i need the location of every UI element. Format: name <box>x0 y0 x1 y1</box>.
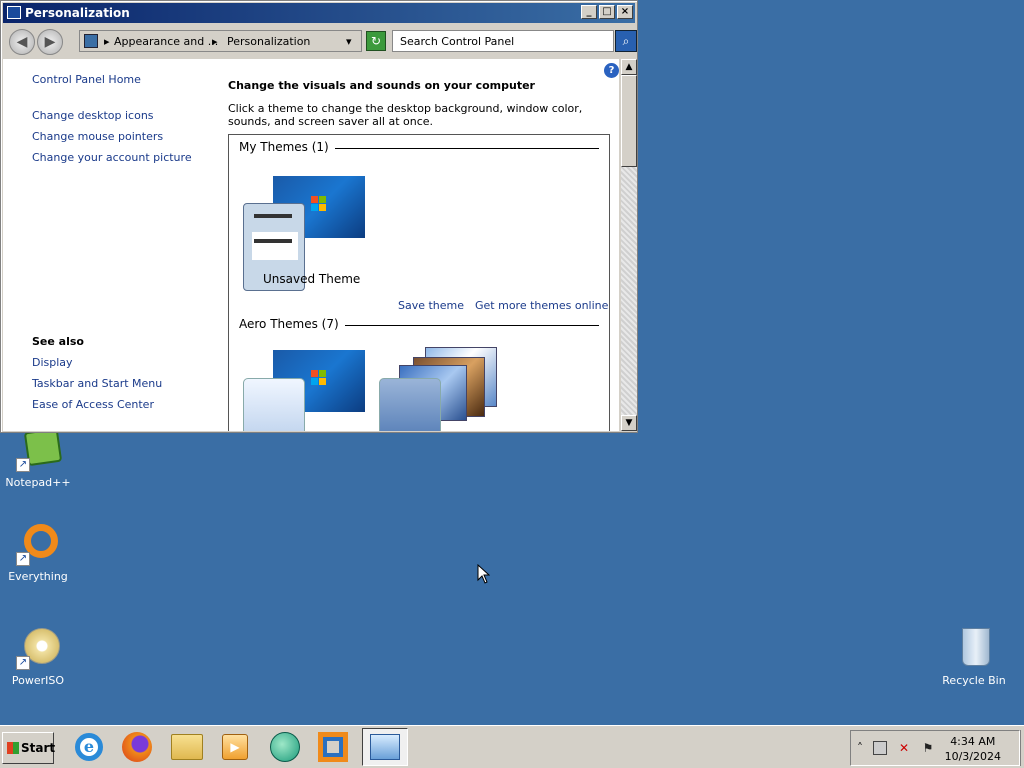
help-icon[interactable]: ? <box>604 63 619 78</box>
address-dropdown-icon[interactable]: ▾ <box>346 35 352 48</box>
personalization-window: Personalization _ □ × ◀ ▶ ▸ Appearance a… <box>0 0 638 433</box>
theme-unsaved[interactable]: Unsaved Theme <box>243 173 368 291</box>
scroll-down-button[interactable]: ▼ <box>621 415 637 431</box>
vertical-scrollbar[interactable]: ▲ ▼ <box>621 59 637 431</box>
clock-date: 10/3/2024 <box>944 750 1001 763</box>
taskbar-media-player[interactable]: ▶ <box>212 728 258 766</box>
see-also-taskbar[interactable]: Taskbar and Start Menu <box>32 377 162 390</box>
title-bar[interactable]: Personalization _ □ × <box>3 3 635 23</box>
poweriso-icon: ↗ <box>14 626 62 670</box>
forward-icon: ▶ <box>44 34 56 50</box>
taskbar-app[interactable] <box>262 728 308 766</box>
taskbar-virtualbox[interactable] <box>310 728 356 766</box>
taskbar-firefox[interactable] <box>114 728 160 766</box>
minimize-button[interactable]: _ <box>581 5 597 19</box>
system-tray: ˄ ✕ ⚑ 4:34 AM 10/3/2024 <box>850 730 1020 766</box>
clock[interactable]: 4:34 AM 10/3/2024 <box>945 734 1001 764</box>
see-also-ease-of-access[interactable]: Ease of Access Center <box>32 398 154 411</box>
sidebar: Control Panel Home Change desktop icons … <box>3 59 213 431</box>
desktop-icon-poweriso[interactable]: ↗ PowerISO <box>0 626 76 687</box>
desktop-icon-label: PowerISO <box>11 674 65 687</box>
windows-logo-icon <box>311 370 327 386</box>
taskbar: Start e ▶ ˄ ✕ ⚑ 4:34 AM 10/3/2024 <box>0 725 1024 768</box>
control-panel-icon <box>84 34 98 48</box>
page-description: Click a theme to change the desktop back… <box>228 102 583 128</box>
taskbar-ie[interactable]: e <box>66 728 112 766</box>
page-title: Change the visuals and sounds on your co… <box>228 79 535 92</box>
flag-icon[interactable]: ⚑ <box>921 741 935 755</box>
breadcrumb-arrow-icon[interactable]: ▸ <box>212 35 218 48</box>
network-icon[interactable] <box>873 741 887 755</box>
desktop-icon-notepadpp[interactable]: ↗ Notepad++ <box>0 427 76 489</box>
shortcut-arrow-icon: ↗ <box>16 458 30 472</box>
windows-flag-icon <box>7 742 19 754</box>
app-icon <box>270 732 300 762</box>
theme-aero-architecture[interactable] <box>379 345 509 431</box>
media-player-icon: ▶ <box>222 734 248 760</box>
see-also-heading: See also <box>32 335 84 348</box>
sidebar-link-account-picture[interactable]: Change your account picture <box>32 151 192 164</box>
mouse-cursor-icon <box>477 564 490 584</box>
recycle-bin-icon <box>950 626 998 670</box>
my-themes-header: My Themes (1) <box>239 140 335 154</box>
theme-label: Unsaved Theme <box>263 272 361 286</box>
breadcrumb-arrow-icon[interactable]: ▸ <box>104 35 110 48</box>
get-more-themes-link[interactable]: Get more themes online <box>475 299 608 312</box>
aero-themes-header: Aero Themes (7) <box>239 317 345 331</box>
sidebar-link-desktop-icons[interactable]: Change desktop icons <box>32 109 154 122</box>
window-icon <box>7 6 21 19</box>
search-input[interactable]: Search Control Panel <box>392 30 614 52</box>
desktop-icon-label: Everything <box>8 570 68 583</box>
virtualbox-icon <box>318 732 348 762</box>
sidebar-link-control-panel-home[interactable]: Control Panel Home <box>32 73 141 86</box>
maximize-button[interactable]: □ <box>599 5 615 19</box>
notepadpp-icon: ↗ <box>14 427 63 472</box>
shortcut-arrow-icon: ↗ <box>16 656 30 670</box>
breadcrumb-appearance[interactable]: Appearance and ... <box>114 35 218 48</box>
ie-icon: e <box>75 733 103 761</box>
window-title: Personalization <box>25 6 130 20</box>
scroll-thumb[interactable] <box>621 75 637 167</box>
content-area: Control Panel Home Change desktop icons … <box>3 59 619 431</box>
forward-button[interactable]: ▶ <box>37 29 63 55</box>
address-bar[interactable]: ▸ Appearance and ... ▸ Personalization ▾ <box>79 30 362 52</box>
theme-aero-windows[interactable] <box>243 348 368 431</box>
everything-icon: ↗ <box>14 522 62 566</box>
clock-time: 4:34 AM <box>950 735 996 748</box>
search-icon: ⌕ <box>622 34 630 48</box>
sidebar-link-mouse-pointers[interactable]: Change mouse pointers <box>32 130 163 143</box>
volume-muted-icon[interactable]: ✕ <box>897 741 911 755</box>
tray-expand-icon[interactable]: ˄ <box>853 741 867 755</box>
back-icon: ◀ <box>16 34 28 50</box>
glass-color-preview-icon <box>243 378 305 431</box>
start-button[interactable]: Start <box>2 732 56 764</box>
shortcut-arrow-icon: ↗ <box>16 552 30 566</box>
glass-color-preview-icon <box>379 378 441 431</box>
explorer-icon <box>171 734 203 760</box>
start-label: Start <box>21 741 56 755</box>
scroll-up-button[interactable]: ▲ <box>621 59 637 75</box>
search-button[interactable]: ⌕ <box>615 30 637 52</box>
desktop-icon-recycle-bin[interactable]: Recycle Bin <box>936 626 1012 687</box>
back-button[interactable]: ◀ <box>9 29 35 55</box>
close-button[interactable]: × <box>617 5 633 19</box>
navigation-bar: ◀ ▶ ▸ Appearance and ... ▸ Personalizati… <box>3 25 637 57</box>
see-also-display[interactable]: Display <box>32 356 73 369</box>
theme-list: My Themes (1) Unsaved Theme Save theme G… <box>228 134 610 431</box>
taskbar-explorer[interactable] <box>164 728 210 766</box>
desktop-icon-everything[interactable]: ↗ Everything <box>0 522 76 583</box>
desktop-icon-label: Recycle Bin <box>942 674 1006 687</box>
refresh-icon: ↻ <box>370 34 382 48</box>
show-desktop-button[interactable] <box>1020 730 1023 766</box>
desktop-icon-label: Notepad++ <box>5 476 71 489</box>
save-theme-link[interactable]: Save theme <box>398 299 464 312</box>
windows-logo-icon <box>311 196 327 212</box>
control-panel-task-icon <box>370 734 400 760</box>
firefox-icon <box>122 732 152 762</box>
taskbar-personalization[interactable] <box>362 728 408 766</box>
refresh-button[interactable]: ↻ <box>366 31 386 51</box>
breadcrumb-personalization[interactable]: Personalization <box>227 35 310 48</box>
